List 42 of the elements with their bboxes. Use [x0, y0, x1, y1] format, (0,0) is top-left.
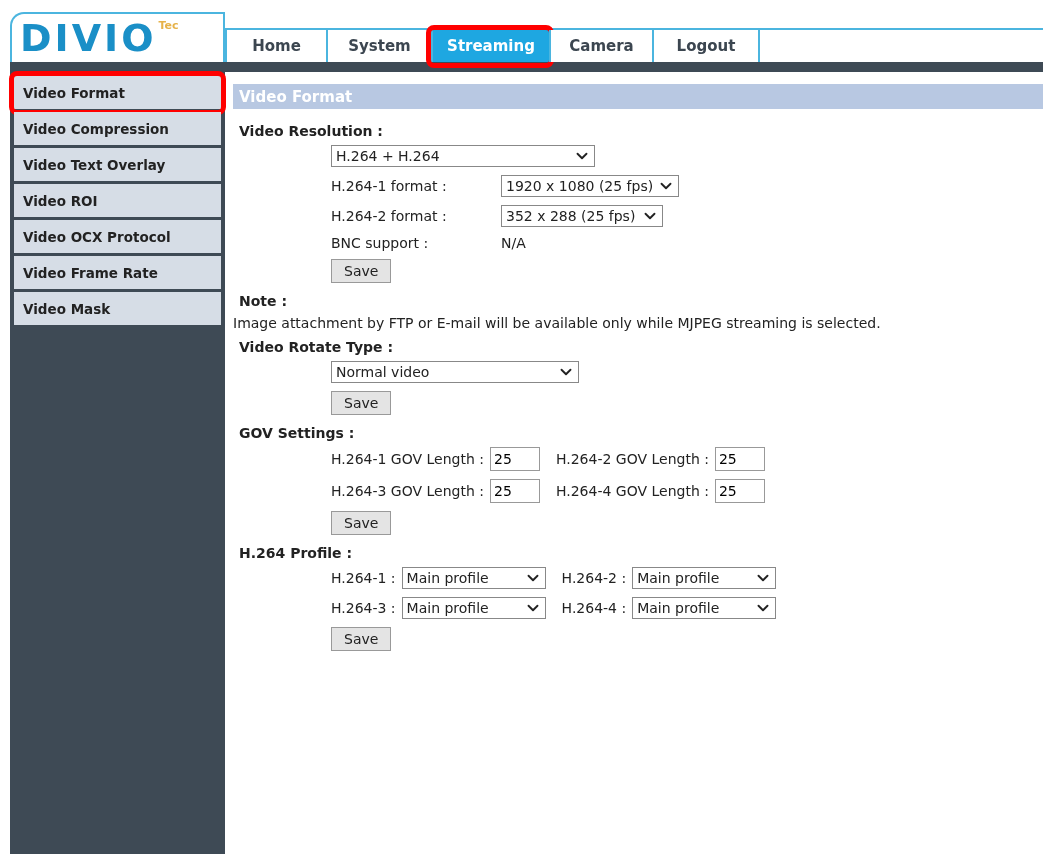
section-heading: Note :: [239, 293, 288, 309]
field-label: H.264-2 format :: [331, 208, 448, 224]
save-button[interactable]: Save: [331, 511, 392, 535]
field-label: H.264-4 GOV Length :: [554, 483, 709, 499]
field-label: H.264-4 :: [560, 600, 627, 616]
select-field[interactable]: 352 x 288 (25 fps): [501, 205, 663, 227]
field-label: H.264-1 format :: [331, 178, 448, 194]
section-heading: GOV Settings :: [239, 425, 356, 441]
select-field[interactable]: Main profile: [632, 567, 777, 589]
input-field[interactable]: 25: [489, 479, 540, 503]
note-text: Image attachment by FTP or E-mail will be available only while MJPEG streaming is selected.: [233, 315, 882, 331]
select-field[interactable]: 1920 x 1080 (25 fps): [501, 175, 679, 197]
sidebar-item[interactable]: Video Text Overlay: [14, 148, 221, 181]
sidebar-item[interactable]: Video Format: [14, 76, 221, 109]
field-label: BNC support :: [331, 235, 430, 251]
section-heading: H.264 Profile :: [239, 545, 354, 561]
select-field[interactable]: Main profile: [632, 597, 777, 619]
field-label: H.264-1 :: [331, 570, 396, 586]
sidebar-item[interactable]: Video OCX Protocol: [14, 220, 221, 253]
input-field[interactable]: 25: [489, 447, 540, 471]
panel-title: Video Format: [233, 84, 1043, 109]
input-field[interactable]: 25: [714, 479, 765, 503]
select-field[interactable]: Main profile: [401, 597, 546, 619]
select-field[interactable]: Normal video: [331, 361, 579, 383]
section-heading: Video Resolution :: [239, 123, 384, 139]
field-label: H.264-3 :: [331, 600, 396, 616]
save-button[interactable]: Save: [331, 391, 392, 415]
save-button[interactable]: Save: [331, 627, 392, 651]
field-label: H.264-3 GOV Length :: [331, 483, 484, 499]
sidebar-item[interactable]: Video Mask: [14, 292, 221, 325]
section-heading: Video Rotate Type :: [239, 339, 394, 355]
input-field[interactable]: 25: [714, 447, 765, 471]
select-field[interactable]: H.264 + H.264: [331, 145, 595, 167]
field-label: H.264-1 GOV Length :: [331, 451, 484, 467]
sidebar-item[interactable]: Video ROI: [14, 184, 221, 217]
field-label: H.264-2 :: [560, 570, 627, 586]
field-value: N/A: [501, 235, 526, 251]
sidebar-item[interactable]: Video Compression: [14, 112, 221, 145]
save-button[interactable]: Save: [331, 259, 392, 283]
field-label: H.264-2 GOV Length :: [554, 451, 709, 467]
select-field[interactable]: Main profile: [401, 567, 546, 589]
sidebar-item[interactable]: Video Frame Rate: [14, 256, 221, 289]
